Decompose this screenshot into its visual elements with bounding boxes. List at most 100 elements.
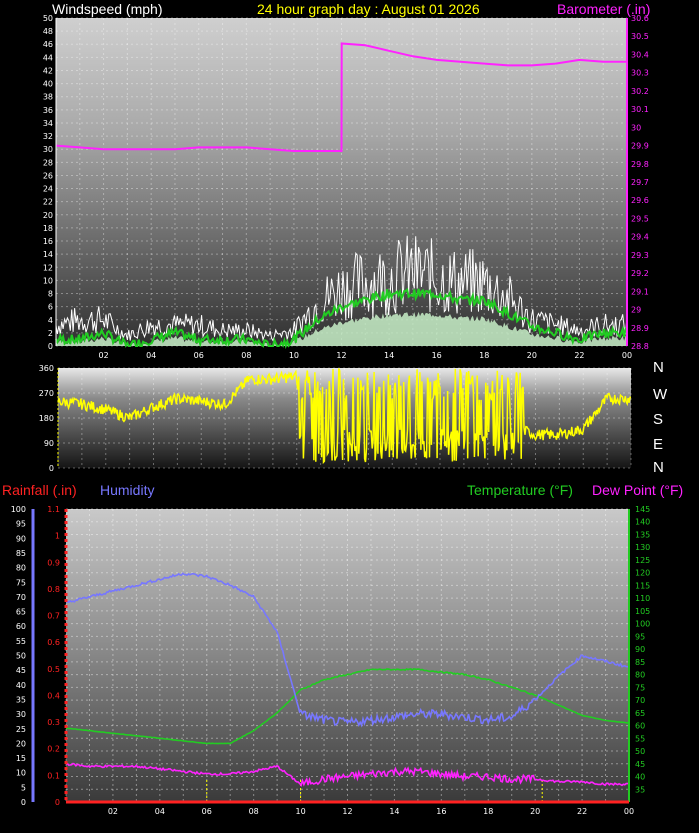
- compass-label: N: [653, 459, 664, 476]
- temp-x-tick-label: 18: [483, 807, 493, 816]
- temp-x-tick-label: 12: [342, 807, 352, 816]
- temp-y-tick-label: 135: [635, 530, 650, 539]
- temp-y-tick-label: 90: [635, 645, 645, 654]
- baro-y-tick-label: 29.7: [631, 178, 649, 187]
- baro-y-tick-label: 29.8: [631, 160, 649, 169]
- wind-y-tick-label: 20: [43, 211, 53, 220]
- rain-y-tick-label: 0.9: [47, 558, 60, 567]
- temp-y-tick-label: 35: [635, 785, 645, 794]
- wind-y-tick-label: 24: [43, 185, 53, 194]
- compass-label: E: [653, 436, 663, 453]
- humidity-y-tick-label: 20: [16, 739, 26, 748]
- wind-y-tick-label: 2: [48, 329, 53, 338]
- humidity-y-tick-label: 5: [21, 783, 26, 792]
- temp-y-tick-label: 115: [635, 581, 650, 590]
- temp-x-tick-label: 02: [108, 807, 118, 816]
- rain-title: Rainfall (.in): [2, 482, 77, 498]
- wind-y-tick-label: 34: [43, 119, 53, 128]
- wind-x-tick-label: 22: [574, 351, 584, 360]
- wind-y-tick-label: 38: [43, 93, 53, 102]
- temp-y-tick-label: 95: [635, 632, 645, 641]
- temp-y-tick-label: 75: [635, 683, 645, 692]
- humidity-y-tick-label: 25: [16, 725, 26, 734]
- wind-y-tick-label: 8: [48, 290, 53, 299]
- wind-y-tick-label: 10: [43, 276, 53, 285]
- temp-y-tick-label: 120: [635, 569, 650, 578]
- wind-y-tick-label: 40: [43, 80, 53, 89]
- rain-y-tick-label: 0.6: [47, 638, 60, 647]
- temp-y-tick-label: 65: [635, 709, 645, 718]
- dew-title: Dew Point (°F): [592, 482, 683, 498]
- wind-x-tick-label: 06: [194, 351, 204, 360]
- humidity-y-tick-label: 15: [16, 754, 26, 763]
- direction-y-tick-label: 180: [39, 414, 54, 423]
- temp-y-tick-label: 80: [635, 671, 645, 680]
- compass-label: W: [653, 386, 668, 403]
- direction-y-tick-label: 360: [39, 364, 54, 373]
- wind-y-tick-label: 18: [43, 224, 53, 233]
- rain-y-tick-label: 1: [55, 532, 60, 541]
- baro-y-tick-label: 30.5: [631, 32, 649, 41]
- humidity-y-tick-label: 95: [16, 520, 26, 529]
- temp-y-tick-label: 45: [635, 760, 645, 769]
- humidity-y-tick-label: 10: [16, 769, 26, 778]
- temp-y-tick-label: 70: [635, 696, 645, 705]
- rain-y-tick-label: 0.2: [47, 745, 60, 754]
- humidity-y-tick-label: 55: [16, 637, 26, 646]
- rain-y-tick-label: 0: [55, 798, 60, 807]
- wind-y-tick-label: 42: [43, 66, 53, 75]
- temp-x-tick-label: 08: [249, 807, 259, 816]
- humidity-y-tick-label: 70: [16, 593, 26, 602]
- rain-y-tick-label: 0.5: [47, 665, 60, 674]
- baro-y-tick-label: 29.1: [631, 287, 649, 296]
- baro-y-tick-label: 28.9: [631, 324, 649, 333]
- baro-y-tick-label: 30.3: [631, 69, 649, 78]
- wind-x-tick-label: 00: [622, 351, 632, 360]
- temp-x-tick-label: 16: [436, 807, 446, 816]
- baro-y-tick-label: 30: [631, 123, 641, 132]
- weather-chart-canvas: 0246810121416182022242628303234363840424…: [2, 1, 683, 816]
- temp-y-tick-label: 55: [635, 734, 645, 743]
- temp-y-tick-label: 110: [635, 594, 650, 603]
- compass-label: N: [653, 359, 664, 376]
- rain-y-tick-label: 0.1: [47, 771, 60, 780]
- rain-y-tick-label: 0.4: [47, 691, 60, 700]
- direction-y-tick-label: 270: [39, 389, 54, 398]
- temp-y-tick-label: 60: [635, 722, 645, 731]
- rain-y-tick-label: 0.3: [47, 718, 60, 727]
- wind-y-tick-label: 4: [48, 316, 53, 325]
- baro-y-tick-label: 29.6: [631, 196, 649, 205]
- wind-y-tick-label: 16: [43, 237, 53, 246]
- direction-y-tick-label: 0: [49, 464, 54, 473]
- rain-y-tick-label: 0.8: [47, 585, 60, 594]
- wind-x-tick-label: 14: [384, 351, 394, 360]
- baro-y-tick-label: 29.5: [631, 214, 649, 223]
- baro-y-tick-label: 29: [631, 306, 641, 315]
- baro-y-tick-label: 29.9: [631, 142, 649, 151]
- baro-y-tick-label: 30.4: [631, 50, 649, 59]
- baro-title: Barometer (.in): [557, 1, 650, 17]
- humidity-y-tick-label: 85: [16, 549, 26, 558]
- wind-x-tick-label: 02: [98, 351, 108, 360]
- humidity-y-tick-label: 90: [16, 534, 26, 543]
- wind-x-tick-label: 04: [146, 351, 156, 360]
- humidity-y-tick-label: 45: [16, 666, 26, 675]
- temp-x-tick-label: 22: [577, 807, 587, 816]
- temp-y-tick-label: 105: [635, 607, 650, 616]
- wind-y-tick-label: 22: [43, 198, 53, 207]
- rain-y-tick-label: 1.1: [47, 505, 60, 514]
- baro-y-tick-label: 30.2: [631, 87, 649, 96]
- wind-x-tick-label: 12: [336, 351, 346, 360]
- temp-title: Temperature (°F): [467, 482, 573, 498]
- baro-y-tick-label: 29.2: [631, 269, 649, 278]
- temp-x-tick-label: 04: [155, 807, 165, 816]
- temp-y-tick-label: 85: [635, 658, 645, 667]
- humidity-y-tick-label: 80: [16, 564, 26, 573]
- wind-y-tick-label: 6: [48, 303, 53, 312]
- humidity-title: Humidity: [100, 482, 154, 498]
- temp-x-tick-label: 14: [389, 807, 399, 816]
- wind-x-tick-label: 20: [527, 351, 537, 360]
- temp-y-tick-label: 140: [635, 518, 650, 527]
- wind-y-tick-label: 26: [43, 171, 53, 180]
- temp-y-tick-label: 40: [635, 773, 645, 782]
